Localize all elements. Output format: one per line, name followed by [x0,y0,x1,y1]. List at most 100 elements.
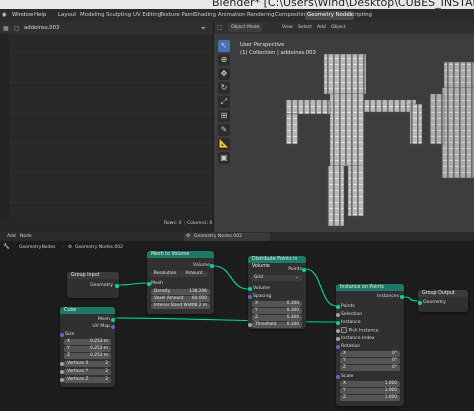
voxel-character-model[interactable] [214,34,474,232]
amount-mode-option[interactable]: Amount [180,271,208,277]
tab-animation[interactable]: Animation [216,11,247,20]
node-distribute-points-in-volume[interactable]: Distribute Points in Volume Points Grid … [248,256,306,329]
node-header: Cube [60,307,115,314]
instance-index-input-socket[interactable] [336,337,340,341]
points-input-socket[interactable] [336,305,340,309]
socket-label: Instance [341,320,361,325]
row-divider [9,202,213,203]
spreadsheet-editor: ▦ ▢ addeinss.003 ⏷ Rows: 0 | Columns: 0 [0,22,213,232]
menu-view[interactable]: View [282,25,293,30]
node-editor[interactable]: Add Node Geometry Nodes.002 ⚙ 🔧 Geometry… [0,232,474,411]
spreadsheet-row-index [0,34,9,222]
tab-modeling[interactable]: Modeling [78,11,107,20]
menu-add[interactable]: Add [317,25,326,30]
tab-sculpting[interactable]: Sculpting [104,11,133,20]
mode-dropdown[interactable]: Grid ⌄ [251,275,302,281]
node-group-output[interactable]: Group Output Geometry [418,290,468,312]
chevron-down-icon: ⌄ [295,275,299,280]
points-output-socket[interactable] [302,268,306,272]
link-input-to-mesh-to-volume [118,282,148,286]
pick-instance-input-socket[interactable] [336,329,340,333]
spacing-x-field[interactable]: X 0.300 [252,301,302,307]
vertices-x-field[interactable]: Vertices X 2 [64,361,111,367]
geometry-input-socket[interactable] [418,301,422,305]
mode-select[interactable]: Object Mode [228,23,263,32]
size-y-field[interactable]: Y 0.253 m [64,346,111,352]
3d-viewport[interactable]: ⬚ Object Mode View Select Add Object ↖ ⊕… [214,22,474,232]
rotation-x-field[interactable]: X 0° [340,351,400,357]
top-menu-bar: ◉ Window Help Layout Modeling Sculpting … [0,9,474,22]
window-title-bar: Blender* [C:\Users\Wind\Desktop\CUBES_IN… [0,0,474,9]
selection-input-socket[interactable] [336,313,340,317]
link-instances-to-output [403,296,419,302]
rotation-y-field[interactable]: Y 0° [340,358,400,364]
node-header: Group Input [67,272,119,279]
spreadsheet-object-name: addeinss.003 [24,24,60,31]
scale-input-socket[interactable] [336,375,340,379]
volume-output-socket[interactable] [210,264,214,268]
socket-label: Points [341,304,355,309]
socket-label: Instances [377,294,399,299]
row-divider [9,142,213,143]
tab-texture-paint[interactable]: Texture Paint [158,11,197,20]
node-header: Instance on Points [336,284,404,291]
tab-shading[interactable]: Shading [192,11,218,20]
node-mesh-to-volume[interactable]: Mesh to Volume Volume Resolution Amount … [147,251,214,314]
window-title: Blender* [C:\Users\Wind\Desktop\CUBES_IN… [212,0,474,9]
rotation-input-socket[interactable] [336,345,340,349]
instance-input-socket[interactable] [336,321,340,325]
node-instance-on-points[interactable]: Instance on Points Instances Points Sele… [336,284,404,406]
tab-scripting[interactable]: Scripting [346,11,374,20]
socket-label: Scale [341,374,354,379]
threshold-field[interactable]: Threshold 0.100 [252,322,302,328]
socket-label: Rotation [341,344,361,349]
socket-label: Mesh [151,281,164,286]
spacing-input-socket[interactable] [248,295,252,299]
mesh-output-socket[interactable] [111,318,115,322]
density-field[interactable]: Density 138.296 [151,289,210,295]
blender-logo-icon[interactable]: ◉ [2,12,7,18]
resolution-mode-option[interactable]: Resolution [151,271,179,277]
spacing-y-field[interactable]: Y 0.300 [252,308,302,314]
menu-window[interactable]: Window [12,12,33,18]
scale-y-field[interactable]: Y 1.000 [340,388,400,394]
menu-select[interactable]: Select [298,25,312,30]
socket-label: Volume [253,286,271,291]
tab-rendering[interactable]: Rendering [245,11,277,20]
instances-output-socket[interactable] [400,295,404,299]
link-points-to-instance [305,268,337,307]
rows-count: Rows: 0 [164,221,182,226]
volume-input-socket[interactable] [248,287,252,291]
rotation-z-field[interactable]: Z 0° [340,365,400,371]
node-header: Mesh to Volume [147,251,214,258]
filter-icon[interactable]: ⏷ [201,25,206,33]
spreadsheet-editor-icon[interactable]: ▦ [3,25,9,32]
editor-type-icon[interactable]: ⬚ [217,24,223,31]
size-input-socket[interactable] [60,333,64,337]
geometry-output-socket[interactable] [115,284,119,288]
uvmap-output-socket[interactable] [111,325,115,329]
vertices-y-field[interactable]: Vertices Y 2 [64,369,111,375]
socket-label: Spacing [253,294,272,299]
pick-instance-checkbox[interactable] [341,327,347,333]
socket-label: Instance Index [341,336,375,341]
voxel-amount-field[interactable]: Voxel Amount 64.000 [151,296,210,302]
spacing-z-field[interactable]: Z 0.300 [252,315,302,321]
vertices-z-field[interactable]: Vertices Z 2 [64,377,111,383]
socket-label: Geometry [90,283,113,288]
row-divider [9,82,213,83]
scale-x-field[interactable]: X 1.000 [340,381,400,387]
node-cube[interactable]: Cube Mesh UV Map Size X 0.253 m Y 0.253 … [60,307,115,387]
tab-layout[interactable]: Layout [56,11,78,20]
scale-z-field[interactable]: Z 1.000 [340,395,400,401]
menu-help[interactable]: Help [34,12,46,18]
socket-label: Mesh [97,317,110,322]
pick-instance-row[interactable]: Pick Instance [336,327,404,334]
size-x-field[interactable]: X 0.253 m [64,339,111,345]
socket-label: UV Map [92,324,110,329]
menu-object[interactable]: Object [331,25,346,30]
interior-band-width-field[interactable]: Interior Band Width 0.2 m [151,303,210,309]
node-group-input[interactable]: Group Input Geometry [67,272,119,298]
mesh-input-socket[interactable] [147,282,151,286]
size-z-field[interactable]: Z 0.253 m [64,353,111,359]
